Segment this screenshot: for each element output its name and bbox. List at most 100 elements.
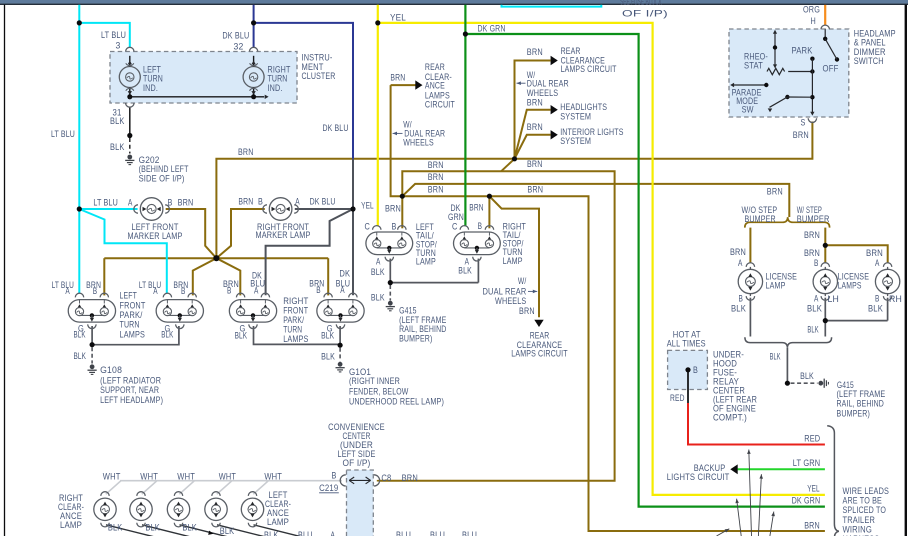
- svg-text:CIRCUIT: CIRCUIT: [425, 99, 455, 109]
- svg-text:BLU: BLU: [430, 530, 445, 536]
- svg-text:LAMP: LAMP: [766, 281, 786, 291]
- svg-text:A: A: [153, 286, 158, 296]
- svg-text:BLU: BLU: [396, 530, 411, 536]
- svg-text:BRN: BRN: [527, 122, 543, 132]
- svg-text:BRN: BRN: [866, 248, 883, 258]
- svg-text:BRN: BRN: [519, 306, 535, 316]
- svg-text:LAMPS: LAMPS: [120, 329, 146, 339]
- svg-text:YEL: YEL: [807, 484, 820, 494]
- svg-text:WHT: WHT: [140, 472, 158, 482]
- svg-text:COMPT.): COMPT.): [713, 413, 747, 423]
- svg-text:DK: DK: [339, 269, 350, 279]
- svg-text:BRN: BRN: [238, 197, 253, 207]
- svg-text:SYSTEM: SYSTEM: [560, 111, 591, 121]
- svg-text:BRN: BRN: [178, 197, 194, 207]
- svg-text:LT BLU: LT BLU: [51, 129, 75, 139]
- svg-text:B: B: [392, 222, 397, 232]
- svg-text:LH: LH: [828, 294, 840, 304]
- svg-text:MARKER LAMP: MARKER LAMP: [256, 230, 311, 240]
- svg-text:BRN: BRN: [804, 230, 820, 240]
- svg-text:PARK: PARK: [792, 46, 813, 56]
- svg-text:BRN: BRN: [428, 160, 444, 170]
- svg-text:BLK: BLK: [458, 265, 472, 275]
- svg-text:IND.: IND.: [268, 83, 283, 93]
- svg-text:DK BLU: DK BLU: [222, 31, 249, 41]
- svg-text:BRN: BRN: [469, 203, 483, 213]
- svg-text:BLK: BLK: [220, 526, 235, 536]
- svg-text:BRN: BRN: [390, 73, 405, 83]
- svg-text:RH: RH: [889, 294, 902, 304]
- svg-text:C: C: [452, 222, 458, 232]
- svg-text:A: A: [340, 285, 345, 295]
- svg-text:BLU: BLU: [462, 530, 477, 536]
- svg-text:LAMP: LAMP: [503, 256, 523, 266]
- svg-text:FRONT: FRONT: [283, 306, 308, 316]
- svg-text:LAMP: LAMP: [60, 520, 82, 530]
- svg-text:PARK/: PARK/: [120, 310, 143, 320]
- svg-text:BLK: BLK: [807, 325, 819, 335]
- svg-text:OFF: OFF: [823, 64, 839, 74]
- svg-text:A: A: [254, 286, 259, 296]
- svg-text:B: B: [875, 293, 880, 303]
- svg-text:WHT: WHT: [177, 472, 195, 482]
- svg-text:SEE FUSE BLOCK: SEE FUSE BLOCK: [620, 0, 662, 7]
- svg-text:SUPPORT, NEAR: SUPPORT, NEAR: [100, 385, 159, 395]
- svg-text:BRN: BRN: [804, 520, 820, 530]
- svg-text:BLK: BLK: [74, 329, 86, 339]
- svg-text:SW: SW: [742, 104, 754, 114]
- svg-text:ANCE: ANCE: [425, 81, 445, 91]
- svg-text:SWITCH: SWITCH: [854, 56, 884, 66]
- svg-text:LAMPS CIRCUIT: LAMPS CIRCUIT: [561, 64, 617, 74]
- svg-text:BLK: BLK: [800, 371, 814, 381]
- svg-text:BRN: BRN: [527, 159, 543, 169]
- svg-text:IND.: IND.: [143, 83, 158, 93]
- svg-text:DK BLU: DK BLU: [323, 123, 349, 133]
- svg-text:BUMPER): BUMPER): [399, 333, 432, 343]
- svg-text:B: B: [739, 293, 744, 303]
- svg-text:(RIGHT INNER: (RIGHT INNER: [349, 376, 400, 386]
- svg-text:B: B: [168, 197, 173, 207]
- svg-text:A: A: [875, 258, 880, 268]
- svg-text:A: A: [65, 286, 70, 296]
- svg-text:BLK: BLK: [868, 304, 883, 314]
- svg-text:TURN: TURN: [120, 320, 140, 330]
- svg-text:YEL: YEL: [390, 13, 406, 23]
- svg-text:GRN: GRN: [448, 212, 464, 222]
- svg-text:BRN: BRN: [385, 204, 401, 214]
- svg-text:LT BLU: LT BLU: [93, 197, 118, 207]
- svg-text:LEFT: LEFT: [120, 291, 138, 301]
- svg-text:BRN: BRN: [730, 247, 746, 257]
- svg-text:S: S: [801, 118, 806, 128]
- svg-text:BLK: BLK: [110, 142, 125, 152]
- svg-text:RAIL, BEHIND: RAIL, BEHIND: [837, 399, 885, 409]
- svg-text:DK GRN: DK GRN: [792, 496, 821, 506]
- svg-text:RED: RED: [804, 433, 820, 443]
- svg-text:A: A: [738, 258, 743, 268]
- svg-text:B: B: [478, 221, 483, 231]
- svg-text:BLK: BLK: [235, 331, 248, 341]
- svg-text:SYSTEM: SYSTEM: [560, 136, 591, 146]
- svg-text:ARE TO BE: ARE TO BE: [843, 496, 883, 506]
- svg-text:OF I/P): OF I/P): [343, 458, 371, 468]
- svg-text:BLK: BLK: [807, 304, 822, 314]
- svg-text:BLK: BLK: [770, 351, 781, 361]
- svg-text:B: B: [93, 286, 98, 296]
- svg-text:A: A: [128, 197, 133, 207]
- svg-text:LAMP: LAMP: [267, 517, 289, 527]
- svg-text:B: B: [258, 197, 263, 207]
- svg-text:WHEELS: WHEELS: [403, 138, 434, 148]
- svg-text:WIRE LEADS: WIRE LEADS: [843, 486, 890, 496]
- svg-text:BUMPER: BUMPER: [797, 214, 830, 224]
- svg-text:WHEELS: WHEELS: [495, 296, 526, 306]
- svg-text:BRN: BRN: [402, 473, 418, 483]
- svg-text:LIGHTS CIRCUIT: LIGHTS CIRCUIT: [667, 472, 730, 482]
- svg-text:LT BLU: LT BLU: [101, 30, 126, 40]
- svg-text:CLUSTER: CLUSTER: [302, 71, 336, 81]
- svg-text:B: B: [227, 286, 232, 296]
- svg-text:C: C: [365, 222, 371, 232]
- svg-text:BLU: BLU: [298, 530, 313, 536]
- svg-text:BLK: BLK: [371, 267, 385, 277]
- svg-text:LAMPS CIRCUIT: LAMPS CIRCUIT: [511, 349, 568, 359]
- svg-text:BLK: BLK: [371, 292, 385, 302]
- svg-text:WIRING: WIRING: [843, 524, 873, 534]
